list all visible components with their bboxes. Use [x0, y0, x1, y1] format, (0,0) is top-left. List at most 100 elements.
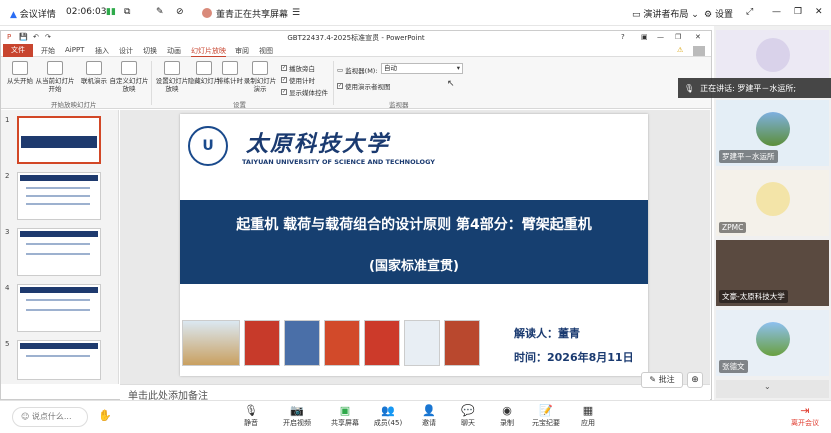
restore-icon[interactable]: ❐: [794, 7, 802, 17]
apps-label: 应用: [581, 419, 595, 427]
speaking-label: 正在讲话: 罗建平－水运所;: [700, 83, 797, 93]
emoji-icon: ☺: [21, 412, 30, 421]
play-icon: [12, 61, 28, 75]
participant-tile[interactable]: [716, 30, 829, 78]
summary-button[interactable]: 📝 元宝纪要: [526, 404, 566, 428]
from-current-label: 从当前幻灯片开始: [35, 77, 75, 93]
slide-thumbnail-4[interactable]: [17, 284, 101, 332]
tab-animations[interactable]: 动画: [167, 46, 181, 56]
thumb-line: [26, 299, 90, 301]
media-controls-label: 显示媒体控件: [289, 89, 328, 97]
members-button[interactable]: 👥 成员(45): [368, 404, 408, 428]
share-screen-button[interactable]: ▣ 共享屏幕: [325, 404, 365, 428]
monitor-select[interactable]: 自动 ▾: [381, 63, 463, 74]
record-show-button[interactable]: 录制幻灯片演示: [243, 61, 277, 93]
participant-name: 罗建平－水运所: [719, 150, 778, 163]
tab-transitions[interactable]: 切换: [143, 46, 157, 56]
present-online-label: 联机演示: [81, 77, 107, 85]
meeting-details-button[interactable]: ▲ 会议详情: [10, 7, 56, 20]
say-something-input[interactable]: ☺ 说点什么...: [12, 407, 88, 427]
leave-meeting-button[interactable]: ⇥ 离开会议: [785, 404, 825, 428]
narration-checkbox[interactable]: ✓ 播放旁白: [281, 63, 315, 73]
tab-design[interactable]: 设计: [119, 46, 133, 56]
chat-button[interactable]: 💬 聊天: [448, 404, 488, 428]
tab-home[interactable]: 开始: [41, 46, 55, 56]
ppt-minimize-icon[interactable]: —: [657, 33, 664, 41]
presenter-view-checkbox[interactable]: ✓ 使用演示者视图: [337, 81, 391, 91]
present-online-button[interactable]: 联机演示: [77, 61, 111, 85]
tab-view[interactable]: 视图: [259, 46, 273, 56]
slide-thumbnail-1[interactable]: [17, 116, 101, 164]
ribbon-divider: [151, 61, 152, 105]
tab-insert[interactable]: 插入: [95, 46, 109, 56]
gear-icon: ⚙: [704, 10, 713, 20]
annotate-button[interactable]: ✎ 批注: [641, 372, 683, 388]
menu-icon: ☰: [292, 8, 301, 18]
close-icon[interactable]: ✕: [815, 7, 823, 17]
participant-tile[interactable]: ZPMC: [716, 170, 829, 236]
pen-icon: ✎: [649, 375, 657, 384]
record-show-label: 录制幻灯片演示: [243, 77, 277, 93]
minimize-icon[interactable]: —: [772, 7, 781, 17]
tab-slideshow[interactable]: 幻灯片放映: [191, 46, 226, 57]
participant-tile[interactable]: 罗建平－水运所: [716, 100, 829, 166]
ppt-close-icon[interactable]: ✕: [695, 33, 701, 41]
notes-pane[interactable]: 单击此处添加备注: [120, 384, 710, 402]
monitor-icon: ▭: [337, 66, 344, 74]
thumb-band: [20, 231, 98, 237]
from-current-button[interactable]: 从当前幻灯片开始: [35, 61, 75, 93]
sharing-indicator[interactable]: 董青正在共享屏幕 ☰: [196, 4, 306, 22]
monitor-row: ▭ 监视器(M):: [337, 65, 378, 75]
mute-label: 静音: [244, 419, 258, 427]
custom-show-button[interactable]: 自定义幻灯片放映: [109, 61, 149, 93]
ppt-restore-icon[interactable]: ❐: [675, 33, 681, 41]
apps-button[interactable]: ▦ 应用: [568, 404, 608, 428]
gantry-crane-photo: [444, 320, 480, 366]
rehearse-button[interactable]: 排练计时: [213, 61, 247, 85]
members-icon: 👥: [381, 404, 395, 417]
start-video-button[interactable]: 📷 开启视频: [277, 404, 317, 428]
tab-aippt[interactable]: AiPPT: [65, 46, 84, 54]
setup-icon: [164, 61, 180, 75]
slide-title: 起重机 载荷与载荷组合的设计原则 第4部分：臂架起重机: [236, 217, 592, 233]
participant-video[interactable]: 文豪-太原科技大学: [716, 240, 829, 306]
camera-off-icon: 📷: [290, 404, 304, 417]
hide-video-icon[interactable]: ⊘: [176, 7, 184, 17]
account-avatar[interactable]: [693, 46, 705, 56]
settings-button[interactable]: ⚙ 设置: [704, 7, 733, 20]
participant-tile[interactable]: 张德文: [716, 310, 829, 376]
mouse-cursor-icon: ↖: [447, 79, 455, 89]
university-name-cn: 太原科技大学: [246, 131, 391, 157]
setup-show-label: 设置幻灯片放映: [155, 77, 189, 93]
setup-show-button[interactable]: 设置幻灯片放映: [153, 61, 191, 93]
tower-crane-photo: [404, 320, 440, 366]
tab-file[interactable]: 文件: [3, 44, 33, 57]
slide-thumbnail-5[interactable]: [17, 340, 101, 380]
tab-review[interactable]: 审阅: [235, 46, 249, 56]
fullscreen-icon[interactable]: ⤢: [746, 7, 753, 17]
help-button[interactable]: ?: [621, 33, 625, 41]
presenter-layout-button[interactable]: ▭ 演讲者布局 ⌄: [632, 7, 699, 20]
slide-thumbnail-3[interactable]: [17, 228, 101, 276]
record-button[interactable]: ◉ 录制: [487, 404, 527, 428]
slide-thumbnail-2[interactable]: [17, 172, 101, 220]
zoom-icon[interactable]: ⊕: [687, 372, 703, 388]
invite-button[interactable]: 👤 邀请: [409, 404, 449, 428]
share-screen-label: 共享屏幕: [331, 419, 359, 427]
chevron-down-icon[interactable]: ⌄: [764, 382, 771, 391]
timings-checkbox[interactable]: ✓ 使用计时: [281, 75, 315, 85]
current-slide[interactable]: U 太原科技大学 TAIYUAN UNIVERSITY OF SCIENCE A…: [180, 114, 648, 376]
participant-tile[interactable]: ⌄: [716, 380, 829, 398]
popout-icon[interactable]: ⧉: [124, 7, 130, 17]
whiteboard-icon[interactable]: ✎: [156, 7, 164, 17]
avatar: [756, 322, 790, 356]
monitor-select-value: 自动: [384, 64, 397, 72]
ribbon-options-icon[interactable]: ▣: [641, 33, 648, 41]
from-beginning-button[interactable]: 从头开始: [3, 61, 37, 85]
checkbox-checked: ✓: [281, 77, 287, 83]
slide-date: 时间：2026年8月11日: [514, 351, 634, 364]
media-controls-checkbox[interactable]: ✓ 显示媒体控件: [281, 87, 328, 97]
raise-hand-icon[interactable]: ✋: [98, 409, 112, 422]
brake-photo: [244, 320, 280, 366]
mute-button[interactable]: 🎙 静音: [231, 404, 271, 428]
